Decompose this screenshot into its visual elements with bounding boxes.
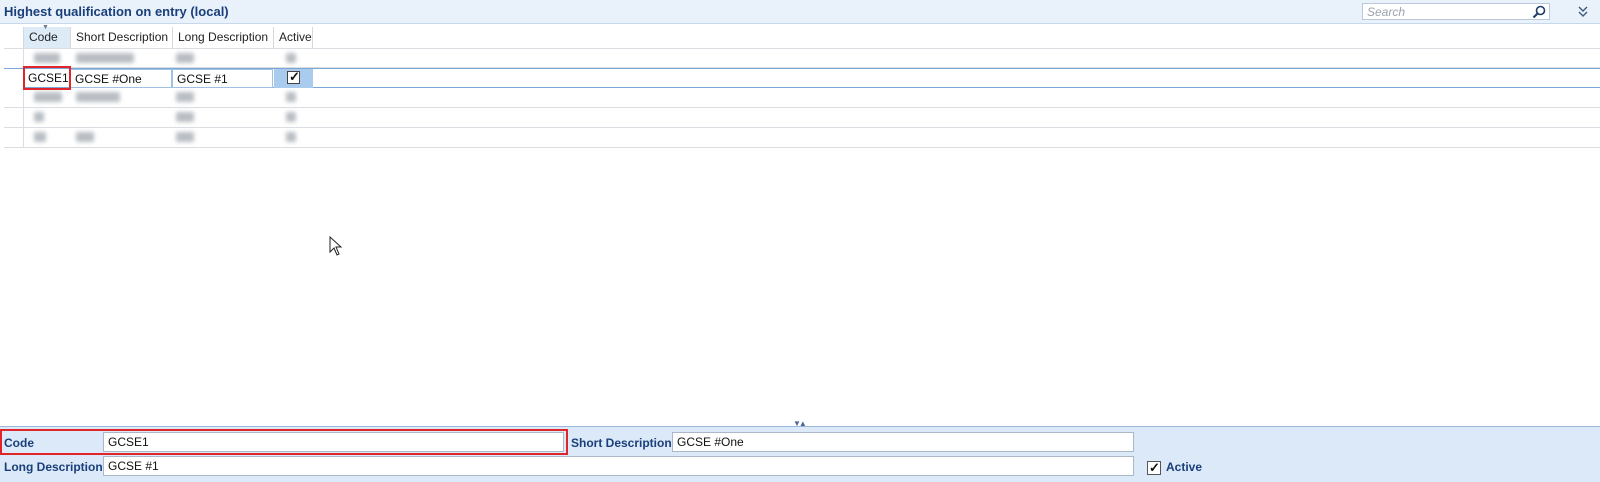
blurred-cell bbox=[176, 92, 194, 102]
search-input[interactable]: Search bbox=[1362, 3, 1550, 20]
blurred-cell bbox=[76, 53, 134, 63]
page-title: Highest qualification on entry (local) bbox=[4, 4, 229, 19]
title-bar: Highest qualification on entry (local) S… bbox=[0, 0, 1600, 24]
column-header-label: Active bbox=[279, 30, 312, 44]
cell-active[interactable]: ✓ bbox=[274, 69, 313, 88]
row-indicator[interactable] bbox=[4, 69, 24, 88]
table-row[interactable] bbox=[4, 128, 1600, 148]
blurred-cell bbox=[286, 53, 296, 63]
short-description-label: Short Description bbox=[571, 436, 672, 450]
blurred-cell bbox=[176, 132, 194, 142]
check-icon: ✓ bbox=[289, 69, 300, 84]
cell-short-description[interactable]: GCSE #One bbox=[70, 69, 172, 88]
table-row[interactable] bbox=[4, 48, 1600, 68]
blurred-cell bbox=[76, 92, 120, 102]
active-checkbox[interactable]: ✓ bbox=[287, 69, 300, 84]
column-header-long-description[interactable]: Long Description bbox=[173, 27, 274, 48]
table-row[interactable] bbox=[4, 88, 1600, 108]
blurred-cell bbox=[286, 92, 296, 102]
column-header-short-description[interactable]: Short Description bbox=[71, 27, 173, 48]
cell-long-description[interactable]: GCSE #1 bbox=[172, 69, 273, 88]
search-placeholder: Search bbox=[1367, 5, 1406, 19]
column-header-label: Short Description bbox=[76, 30, 169, 44]
blurred-cell bbox=[34, 53, 60, 63]
row-indicator[interactable] bbox=[4, 108, 24, 127]
column-header-active[interactable]: Active bbox=[274, 27, 313, 48]
blurred-cell bbox=[34, 92, 62, 102]
long-description-field[interactable]: GCSE #1 bbox=[103, 456, 1134, 476]
table-row-selected[interactable]: GCSE1 GCSE #One GCSE #1 ✓ bbox=[4, 68, 1600, 88]
row-indicator[interactable] bbox=[4, 128, 24, 147]
search-icon[interactable] bbox=[1532, 5, 1546, 19]
row-indicator-header bbox=[4, 27, 24, 48]
row-indicator[interactable] bbox=[4, 49, 24, 68]
blurred-cell bbox=[34, 112, 44, 122]
column-header-code[interactable]: ▼ Code bbox=[24, 24, 71, 48]
code-cell-highlight bbox=[23, 66, 71, 90]
table-row[interactable] bbox=[4, 108, 1600, 128]
blurred-cell bbox=[286, 112, 296, 122]
code-field-highlight bbox=[0, 429, 568, 455]
blurred-cell bbox=[76, 132, 94, 142]
chevron-double-down-icon[interactable] bbox=[1576, 4, 1590, 18]
column-header-label: Long Description bbox=[178, 30, 269, 44]
header-fill bbox=[313, 27, 1600, 48]
row-indicator[interactable] bbox=[4, 88, 24, 107]
active-checkbox[interactable]: ✓ bbox=[1147, 460, 1161, 475]
blurred-cell bbox=[176, 53, 194, 63]
column-header-label: Code bbox=[29, 30, 58, 44]
check-icon: ✓ bbox=[1149, 460, 1160, 475]
blurred-cell bbox=[176, 112, 194, 122]
active-label: Active bbox=[1166, 460, 1203, 474]
sort-indicator-icon: ▼ bbox=[42, 24, 49, 31]
mouse-cursor-icon bbox=[329, 236, 343, 256]
blurred-cell bbox=[34, 132, 46, 142]
short-description-field[interactable]: GCSE #One bbox=[672, 432, 1134, 452]
long-description-label: Long Description bbox=[4, 460, 103, 474]
blurred-cell bbox=[286, 132, 296, 142]
